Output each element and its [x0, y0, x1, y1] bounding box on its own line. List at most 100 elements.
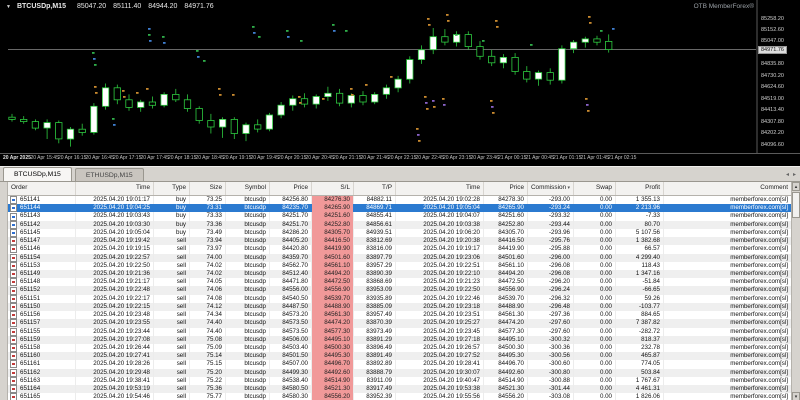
column-header-commission[interactable]: Commission ▾: [528, 182, 574, 195]
column-header-type[interactable]: Type: [154, 182, 190, 195]
column-header-size[interactable]: Size: [190, 182, 226, 195]
order-doc-icon: [10, 369, 17, 377]
tab-ethusdp-m15[interactable]: ETHUSDp,M15: [75, 168, 144, 182]
column-header-order[interactable]: Order: [8, 182, 76, 195]
time-tick-label: 20 Apr 21:15: [333, 155, 361, 161]
cell-sl: 84561.10: [312, 262, 354, 270]
history-row[interactable]: 6511602025.04.20 19:27:41sell75.14btcusd…: [8, 352, 792, 360]
cell-open-time: 2025.04.20 19:19:42: [76, 237, 154, 245]
cell-symbol: btcusdp: [226, 319, 270, 327]
cell-sl: 84494.20: [312, 270, 354, 278]
cell-symbol: btcusdp: [226, 393, 270, 400]
cell-open-time: 2025.04.20 19:03:30: [76, 221, 154, 229]
cell-open-time: 2025.04.20 19:03:43: [76, 212, 154, 220]
tab-scroll-left-icon[interactable]: ◂: [786, 171, 789, 178]
cell-swap: 0.00: [574, 221, 616, 229]
history-row[interactable]: 6511612025.04.20 19:28:26sell75.15btcusd…: [8, 360, 792, 368]
time-tick-label: 20 Apr 21:46: [361, 155, 389, 161]
cell-open-price: 84499.30: [270, 369, 312, 377]
chart-symbol-label[interactable]: BTCUSDp,M15: [17, 3, 66, 10]
cell-order: 651159: [8, 336, 76, 344]
column-header-swap[interactable]: Swap: [574, 182, 616, 195]
cell-close-price: 84514.90: [484, 377, 528, 385]
history-row[interactable]: 6511622025.04.20 19:29:48sell75.20btcusd…: [8, 369, 792, 377]
column-header-profit[interactable]: Profit: [616, 182, 664, 195]
cell-tp: 83896.49: [354, 344, 396, 352]
cell-size: 73.36: [190, 221, 226, 229]
history-row[interactable]: 6511502025.04.20 19:22:15sell74.12btcusd…: [8, 303, 792, 311]
cell-commission: -296.00: [528, 254, 574, 262]
cell-tp: 83917.49: [354, 385, 396, 393]
time-tick-label: 20 Apr 20:15: [278, 155, 306, 161]
cell-order: 651155: [8, 328, 76, 336]
history-row[interactable]: 6511412025.04.20 19:01:17buy73.25btcusdp…: [8, 196, 792, 204]
cell-commission: -295.88: [528, 245, 574, 253]
history-row[interactable]: 6511462025.04.20 19:19:15sell73.97btcusd…: [8, 245, 792, 253]
history-row[interactable]: 6511422025.04.20 19:03:30buy73.36btcusdp…: [8, 221, 792, 229]
cell-swap: 0.00: [574, 303, 616, 311]
history-row[interactable]: 6511592025.04.20 19:27:08sell75.08btcusd…: [8, 336, 792, 344]
history-table-body: 6511412025.04.20 19:01:17buy73.25btcusdp…: [8, 196, 792, 400]
column-header-tp[interactable]: T/P: [354, 182, 396, 195]
history-row[interactable]: 6511482025.04.20 19:21:17sell74.05btcusd…: [8, 278, 792, 286]
cell-order: 651145: [8, 229, 76, 237]
history-row[interactable]: 6511512025.04.20 19:22:17sell74.08btcusd…: [8, 295, 792, 303]
scroll-down-icon[interactable]: ▾: [792, 392, 800, 400]
cell-profit: 1 382.68: [616, 237, 664, 245]
history-row[interactable]: 6511522025.04.20 19:22:48sell74.06btcusd…: [8, 286, 792, 294]
history-row[interactable]: 6511582025.04.20 19:26:44sell75.09btcusd…: [8, 344, 792, 352]
price-tick-label: 84519.00: [761, 96, 784, 102]
cell-order: 651163: [8, 377, 76, 385]
cell-sl: 84561.30: [312, 311, 354, 319]
cell-order: 651144: [8, 204, 76, 212]
column-header-sl[interactable]: S/L: [312, 182, 354, 195]
cell-close-price: 84278.30: [484, 196, 528, 204]
column-header-time[interactable]: Time: [396, 182, 484, 195]
candlestick-chart[interactable]: [0, 0, 800, 154]
price-tick-label: 84413.40: [761, 107, 784, 113]
cell-sl: 84305.70: [312, 229, 354, 237]
chart-dropdown-icon[interactable]: ▼: [6, 4, 11, 10]
history-row[interactable]: 6511632025.04.20 19:38:41sell75.22btcusd…: [8, 377, 792, 385]
chart-panel[interactable]: ▼ BTCUSDp,M15 85047.20 85111.40 84944.20…: [0, 0, 800, 166]
order-doc-icon: [10, 393, 17, 400]
column-header-price[interactable]: Price: [270, 182, 312, 195]
order-doc-icon: [10, 221, 17, 229]
column-header-comment[interactable]: Comment: [664, 182, 792, 195]
history-row[interactable]: 6511552025.04.20 19:23:44sell74.40btcusd…: [8, 328, 792, 336]
cell-order: 651160: [8, 352, 76, 360]
cell-open-time: 2025.04.20 19:22:15: [76, 303, 154, 311]
tab-scroll-right-icon[interactable]: ▸: [793, 171, 796, 178]
history-row[interactable]: 6511542025.04.20 19:22:57sell74.00btcusd…: [8, 254, 792, 262]
history-row[interactable]: 6511572025.04.20 19:23:55sell74.40btcusd…: [8, 319, 792, 327]
column-header-time[interactable]: Time: [76, 182, 154, 195]
scrollbar-thumb[interactable]: [792, 192, 800, 218]
history-row[interactable]: 6511432025.04.20 19:03:43buy73.33btcusdp…: [8, 212, 792, 220]
price-tick-label: 84202.20: [761, 130, 784, 136]
time-tick-label: 20 Apr 17:15: [113, 155, 141, 161]
history-row[interactable]: 6511492025.04.20 19:21:36sell74.02btcusd…: [8, 270, 792, 278]
cell-close-time: 2025.04.20 19:26:57: [396, 344, 484, 352]
tab-btcusdp-m15[interactable]: BTCUSDp,M15: [3, 167, 72, 182]
cell-symbol: btcusdp: [226, 221, 270, 229]
scroll-up-icon[interactable]: ▴: [792, 182, 800, 191]
history-row[interactable]: 6511562025.04.20 19:23:48sell74.34btcusd…: [8, 311, 792, 319]
column-header-price[interactable]: Price: [484, 182, 528, 195]
history-row[interactable]: 6511442025.04.20 19:04:25buy73.31btcusdp…: [8, 204, 792, 212]
cell-type: sell: [154, 278, 190, 286]
history-row[interactable]: 6511642025.04.20 19:53:19sell75.36btcusd…: [8, 385, 792, 393]
history-row[interactable]: 6511532025.04.20 19:22:50sell74.02btcusd…: [8, 262, 792, 270]
cell-swap: 0.00: [574, 377, 616, 385]
cell-profit: 118.43: [616, 262, 664, 270]
column-header-symbol[interactable]: Symbol: [226, 182, 270, 195]
price-tick-label: 85258.20: [761, 16, 784, 22]
cell-order: 651153: [8, 262, 76, 270]
history-row[interactable]: 6511652025.04.20 19:54:46sell75.77btcusd…: [8, 393, 792, 400]
cell-commission: -293.44: [528, 221, 574, 229]
cell-symbol: btcusdp: [226, 229, 270, 237]
cell-sl: 84500.30: [312, 344, 354, 352]
vertical-scrollbar[interactable]: ▴ ▾: [791, 182, 800, 400]
history-row[interactable]: 6511452025.04.20 19:05:04buy73.49btcusdp…: [8, 229, 792, 237]
cell-open-price: 84405.20: [270, 237, 312, 245]
history-row[interactable]: 6511472025.04.20 19:19:42sell73.94btcusd…: [8, 237, 792, 245]
